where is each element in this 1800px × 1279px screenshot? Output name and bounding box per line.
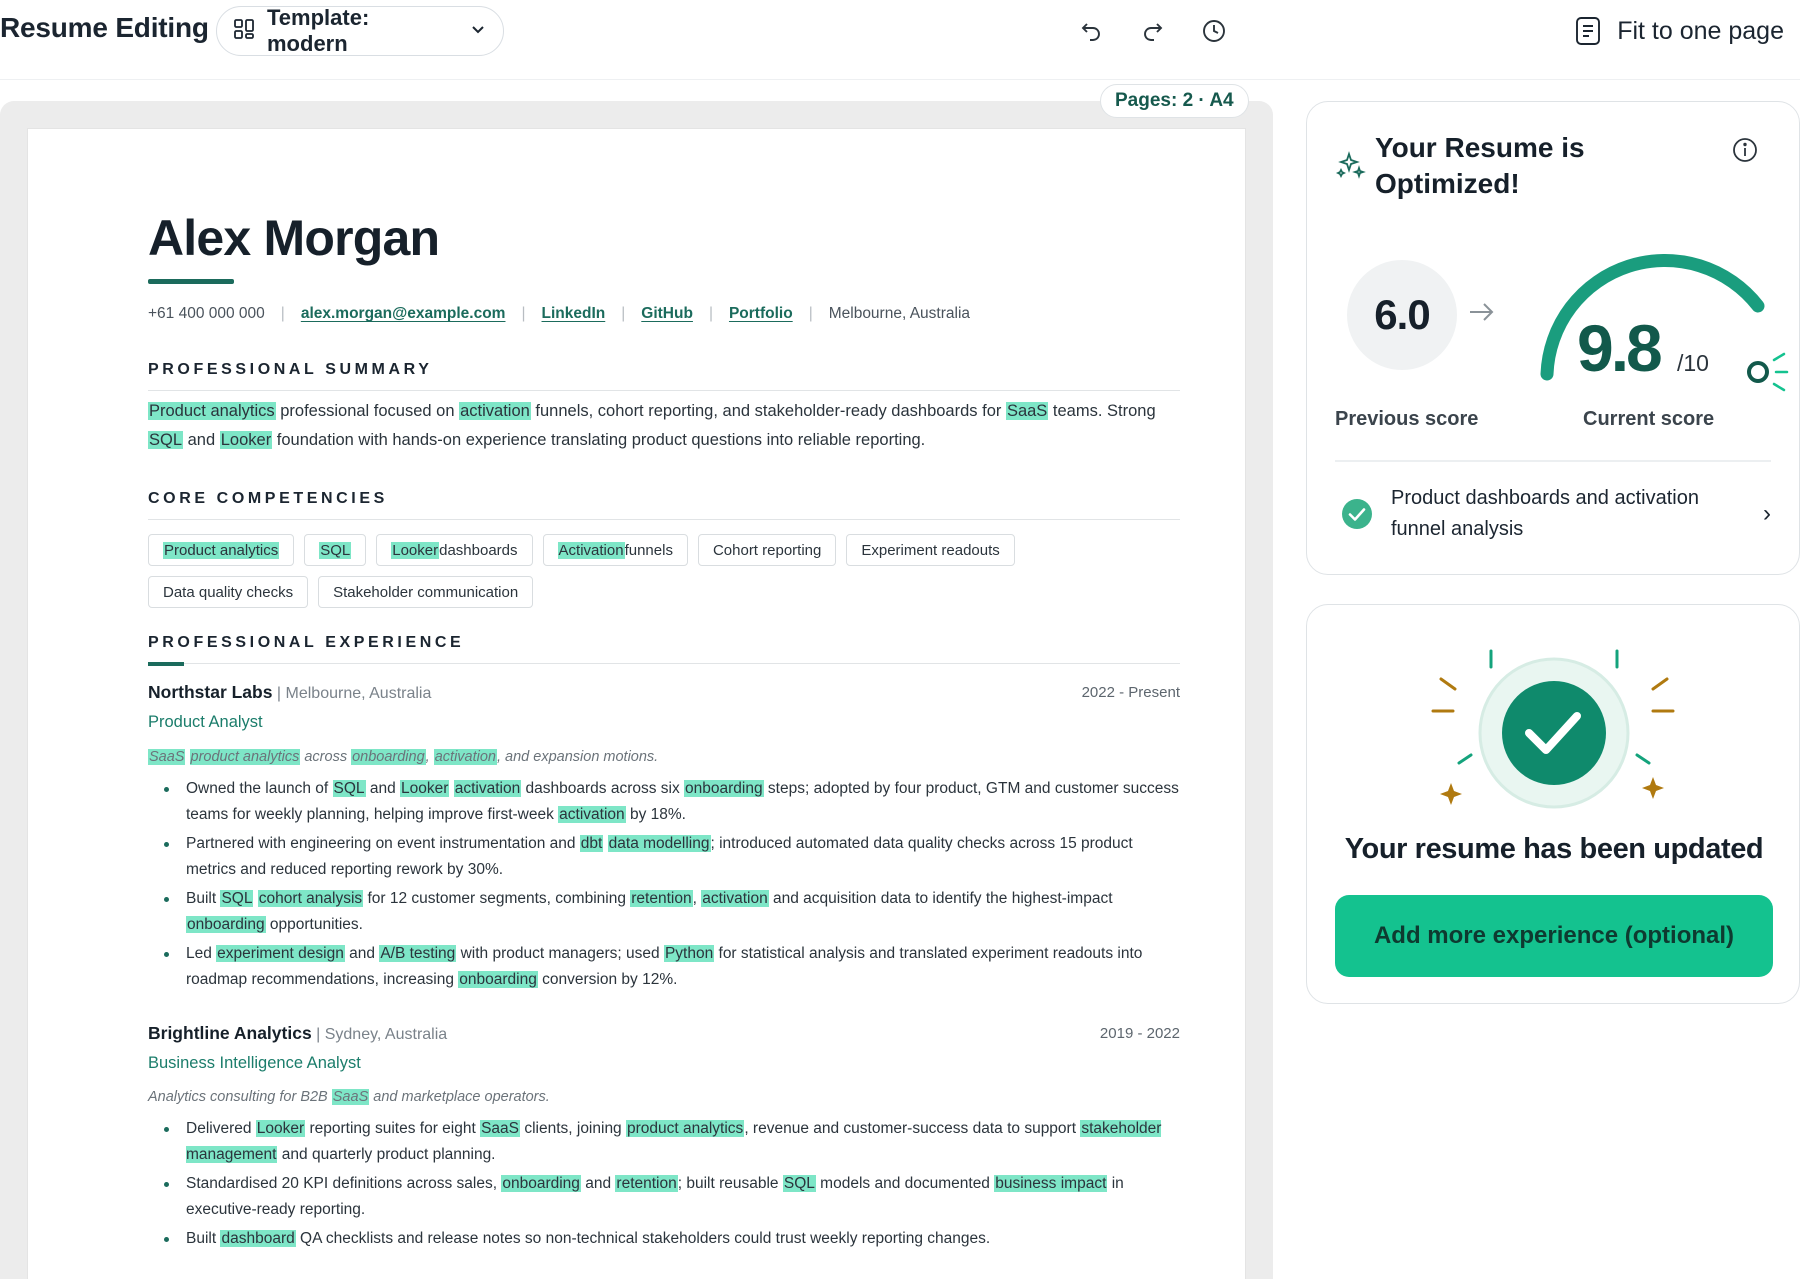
list-item: Delivered Looker reporting suites for ei…: [164, 1116, 1180, 1168]
resume-page[interactable]: Alex Morgan +61 400 000 000 | alex.morgan@…: [28, 129, 1245, 1279]
divider: [1335, 460, 1771, 462]
contact-line: +61 400 000 000 | alex.morgan@example.com |…: [148, 305, 971, 322]
sparkle-icon: [1335, 150, 1367, 187]
section-title: PROFESSIONAL EXPERIENCE: [148, 634, 465, 651]
undo-icon: [1081, 23, 1100, 41]
current-score: 9.8: [1577, 311, 1663, 385]
competency-chip: Activation funnels: [542, 534, 688, 566]
job-dates: 2022 - Present: [1081, 684, 1180, 701]
section-summary-heading: PROFESSIONAL SUMMARY: [148, 361, 1180, 391]
update-title: Your resume has been updated: [1344, 833, 1764, 865]
gauge-knob: [1747, 361, 1769, 383]
undo-button[interactable]: [1074, 14, 1108, 48]
company-description: Analytics consulting for B2B SaaS and ma…: [148, 1089, 550, 1105]
clock-icon: [1203, 20, 1225, 42]
chevron-down-icon: [469, 20, 487, 43]
job-bullets: Owned the launch of SQL and Looker activ…: [164, 776, 1180, 996]
candidate-name: Alex Morgan: [148, 210, 440, 266]
section-title: CORE COMPETENCIES: [148, 490, 388, 507]
list-item: Owned the launch of SQL and Looker activ…: [164, 776, 1180, 828]
name-underline: [148, 279, 234, 284]
section-competencies-heading: CORE COMPETENCIES: [148, 490, 1180, 520]
competency-chip: Looker dashboards: [376, 534, 533, 566]
score-title: Your Resume is Optimized!: [1375, 132, 1585, 199]
arrow-right-icon: [1467, 300, 1497, 329]
list-item: Standardised 20 KPI definitions across s…: [164, 1171, 1180, 1223]
competency-chip: Cohort reporting: [697, 534, 837, 566]
optimization-item[interactable]: Product dashboards and activation funnel…: [1341, 474, 1771, 554]
page-title: Resume Editing: [0, 12, 209, 43]
portfolio-link[interactable]: Portfolio: [729, 305, 793, 322]
list-item: Built SQL cohort analysis for 12 custome…: [164, 886, 1180, 938]
section-experience-heading: PROFESSIONAL EXPERIENCE: [148, 634, 1180, 666]
current-score-label: Current score: [1583, 408, 1715, 430]
template-dropdown[interactable]: Template: modern: [216, 5, 504, 56]
linkedin-link[interactable]: LinkedIn: [542, 305, 606, 322]
previous-score-label: Previous score: [1335, 408, 1479, 430]
competency-chip: Product analytics: [148, 534, 295, 566]
email-link[interactable]: alex.morgan@example.com: [301, 305, 506, 322]
add-experience-button[interactable]: Add more experience (optional): [1335, 895, 1773, 977]
layout-grid-icon: [233, 18, 255, 45]
template-label: Template: modern: [267, 5, 370, 56]
score-denominator: /10: [1677, 350, 1709, 376]
previous-score: 6.0: [1347, 260, 1457, 370]
github-link[interactable]: GitHub: [641, 305, 693, 322]
update-card: Your resume has been updated Add more ex…: [1306, 604, 1800, 1004]
job-header: Northstar Labs | Melbourne, Australia 20…: [148, 682, 1180, 703]
list-item: Built dashboard QA checklists and releas…: [164, 1226, 1180, 1252]
competency-chip: Data quality checks: [148, 576, 309, 608]
job-dates: 2019 - 2022: [1099, 1025, 1180, 1042]
job-header: Brightline Analytics | Sydney, Australia…: [148, 1023, 1180, 1044]
company-description: SaaS product analytics across onboarding…: [148, 749, 659, 765]
list-item: Partnered with engineering on event inst…: [164, 831, 1180, 883]
section-title: PROFESSIONAL SUMMARY: [148, 361, 433, 378]
job-location: | Sydney, Australia: [311, 1026, 448, 1043]
job-location: | Melbourne, Australia: [272, 685, 432, 702]
competency-chip: Stakeholder communication: [318, 576, 534, 608]
summary-paragraph: Product analytics professional focused o…: [148, 402, 1156, 449]
phone: +61 400 000 000: [148, 305, 265, 322]
company-name: Northstar Labs: [148, 682, 273, 702]
location: Melbourne, Australia: [828, 305, 971, 322]
document-icon: [1576, 17, 1601, 45]
info-icon[interactable]: [1731, 136, 1759, 169]
job-bullets: Delivered Looker reporting suites for ei…: [164, 1116, 1180, 1255]
fit-to-one-page-button[interactable]: Fit to one page: [1575, 8, 1784, 54]
job-title: Business Intelligence Analyst: [148, 1054, 361, 1072]
top-bar: Resume Editing Template: modern Fit to o…: [0, 0, 1800, 80]
check-circle-icon: [1342, 499, 1372, 529]
company-name: Brightline Analytics: [148, 1023, 312, 1043]
history-button[interactable]: [1197, 14, 1231, 48]
competency-chip: SQL: [304, 534, 367, 566]
chevron-right-icon: ›: [1763, 500, 1771, 527]
optimization-item-label: Product dashboards and activation funnel…: [1391, 487, 1699, 540]
fit-label: Fit to one page: [1617, 16, 1784, 45]
competency-chips: Product analytics SQL Looker dashboards …: [148, 534, 1180, 608]
pages-badge: Pages: 2 · A4: [1100, 84, 1249, 118]
redo-icon: [1144, 23, 1163, 41]
redo-button[interactable]: [1136, 14, 1170, 48]
score-card: Your Resume is Optimized! 6.0 9.8 /10 Pr…: [1306, 101, 1800, 575]
job-title: Product Analyst: [148, 713, 263, 731]
gauge-sparks: [1772, 352, 1789, 392]
list-item: Led experiment design and A/B testing wi…: [164, 941, 1180, 993]
success-illustration: [1431, 649, 1675, 809]
competency-chip: Experiment readouts: [846, 534, 1015, 566]
